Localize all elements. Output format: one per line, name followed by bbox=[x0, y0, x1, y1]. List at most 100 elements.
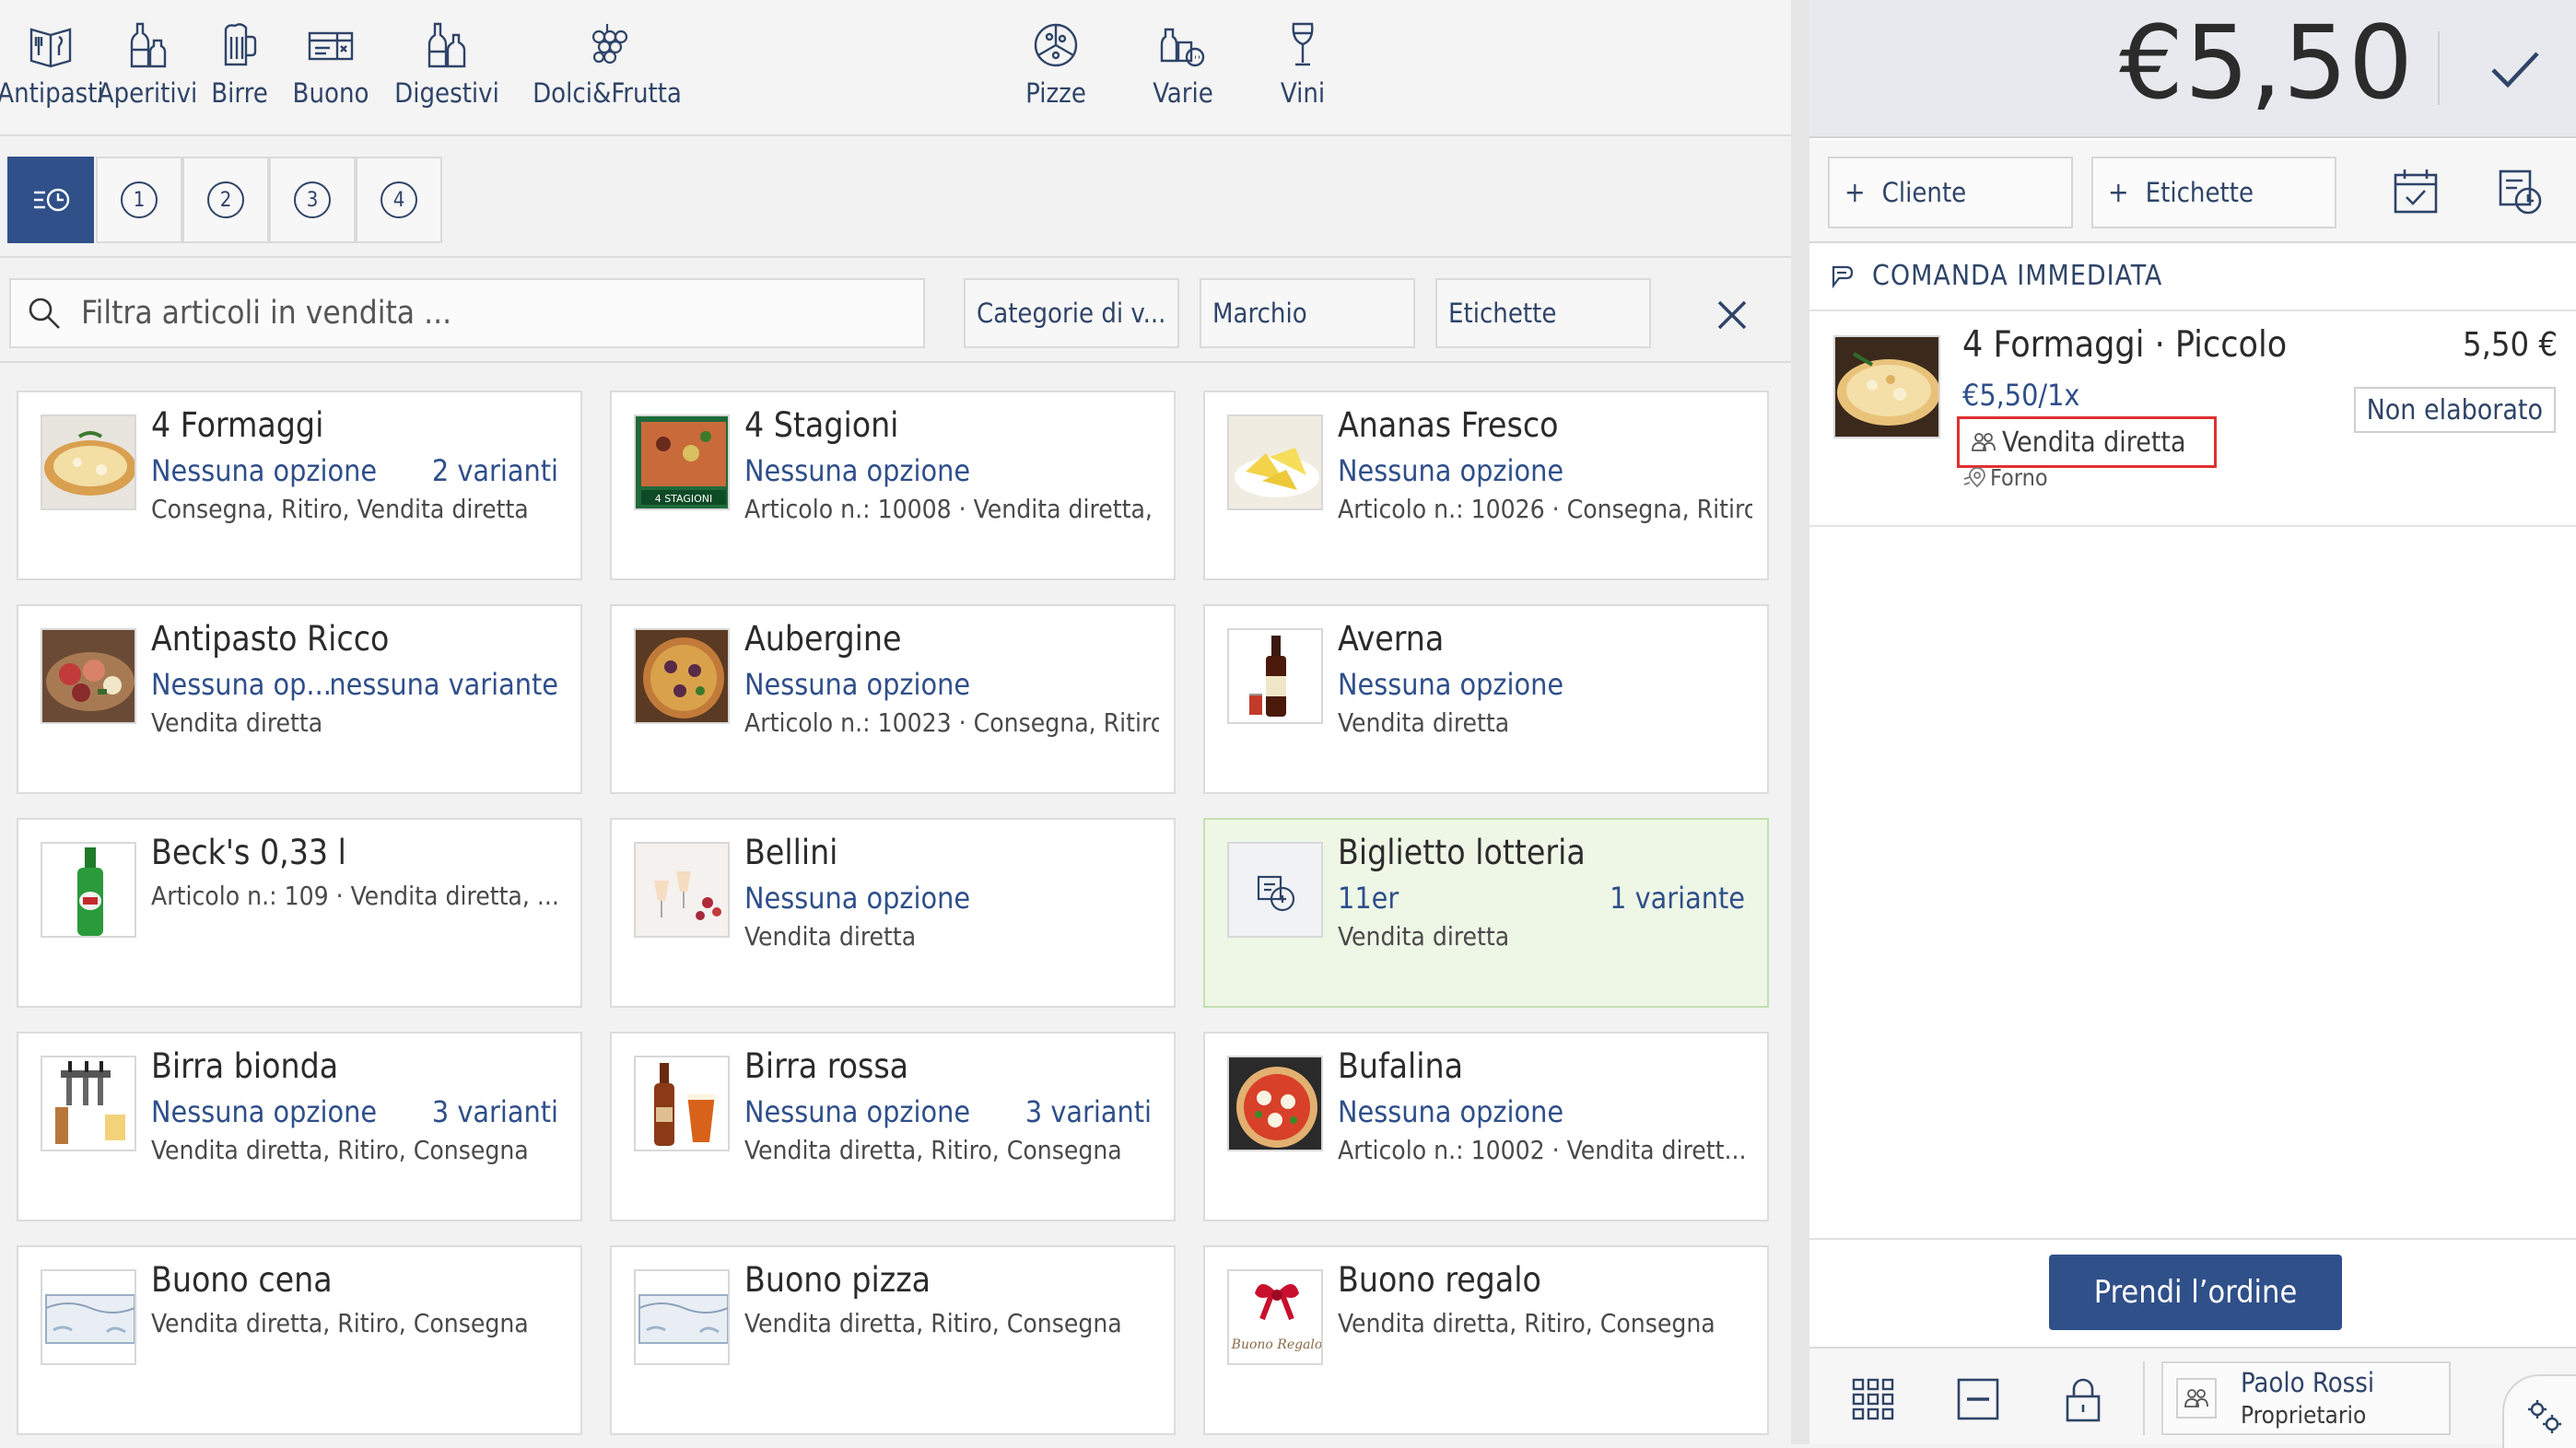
separator bbox=[2143, 1361, 2145, 1435]
plus-icon: + bbox=[2108, 176, 2129, 209]
category-label: Vini bbox=[1280, 77, 1326, 109]
course-number: 4 bbox=[381, 181, 417, 218]
product-option: Nessuna opzione bbox=[744, 453, 971, 488]
place-order-button[interactable]: Prendi l’ordine bbox=[2049, 1255, 2342, 1330]
product-option: Nessuna op... bbox=[151, 667, 332, 702]
course-number: 3 bbox=[294, 181, 331, 218]
order-item-location: Forno bbox=[1962, 464, 2048, 491]
product-card[interactable]: 4 Formaggi Nessuna opzione 2 varianti Conse… bbox=[17, 391, 582, 580]
order-item-thumbnail bbox=[1833, 335, 1940, 438]
clear-filters-icon[interactable] bbox=[1710, 293, 1754, 337]
product-card[interactable]: Aubergine Nessuna opzione Articolo n.: 100… bbox=[610, 604, 1176, 794]
category-varie[interactable]: Varie bbox=[1146, 20, 1220, 122]
location-pin-icon bbox=[1963, 466, 1985, 487]
category-birre[interactable]: Birre bbox=[206, 20, 273, 122]
product-card[interactable]: Buono pizza Vendita diretta, Ritiro, Cons… bbox=[610, 1245, 1176, 1435]
product-card[interactable]: Birra rossa Nessuna opzione 3 varianti Vend… bbox=[610, 1032, 1176, 1221]
add-labels-label: Etichette bbox=[2145, 177, 2254, 208]
product-thumbnail bbox=[634, 842, 730, 938]
product-info: Articolo n.: 10002 · Vendita dirett... bbox=[1338, 1135, 1747, 1165]
product-name: Birra rossa bbox=[744, 1046, 909, 1086]
current-user-button[interactable]: Paolo Rossi Proprietario bbox=[2161, 1361, 2451, 1435]
voucher-icon bbox=[308, 31, 354, 61]
svg-text:Buono Regalo: Buono Regalo bbox=[1231, 1337, 1323, 1352]
product-name: Beck's 0,33 l bbox=[151, 833, 346, 872]
order-section-header: COMANDA IMMEDIATA bbox=[1828, 260, 2162, 292]
category-filter-select[interactable]: Categorie di v... bbox=[964, 278, 1179, 348]
product-thumbnail bbox=[634, 1056, 730, 1151]
product-card[interactable]: 4 STAGIONI 4 Stagioni Nessuna opzione Artic… bbox=[610, 391, 1176, 580]
product-card[interactable]: Averna Nessuna opzione Vendita diretta bbox=[1203, 604, 1769, 794]
category-vini[interactable]: Vini bbox=[1275, 20, 1330, 122]
category-pizze[interactable]: Pizze bbox=[1021, 20, 1091, 122]
product-card[interactable]: Bufalina Nessuna opzione Articolo n.: 1000… bbox=[1203, 1032, 1769, 1221]
course-number: 1 bbox=[121, 181, 158, 218]
product-info: Vendita diretta, Ritiro, Consegna bbox=[151, 1135, 529, 1165]
grid-icon[interactable] bbox=[1848, 1374, 1898, 1424]
calendar-check-icon[interactable] bbox=[2390, 166, 2441, 217]
bottles-icon bbox=[130, 22, 167, 68]
category-label: Birre bbox=[211, 77, 268, 109]
pizza-icon bbox=[1034, 23, 1078, 67]
product-name: Bellini bbox=[744, 833, 838, 872]
labels-filter-select[interactable]: Etichette bbox=[1435, 278, 1651, 348]
category-buono[interactable]: Buono bbox=[286, 20, 376, 122]
product-card[interactable]: Birra bionda Nessuna opzione 3 varianti Ven… bbox=[17, 1032, 582, 1221]
sync-clock-icon[interactable] bbox=[2495, 166, 2547, 217]
grapes-icon bbox=[591, 24, 628, 64]
minus-square-icon[interactable] bbox=[1953, 1374, 2003, 1424]
product-thumbnail bbox=[634, 628, 730, 724]
menu-book-icon bbox=[29, 28, 72, 68]
product-card[interactable]: Ananas Fresco Nessuna opzione Articolo n.:… bbox=[1203, 391, 1769, 580]
product-card[interactable]: Buono Regalo Buono regalo Vendita diretta,… bbox=[1203, 1245, 1769, 1435]
avatar bbox=[2176, 1378, 2217, 1419]
add-customer-button[interactable]: + Cliente bbox=[1828, 157, 2073, 228]
product-card[interactable]: Biglietto lotteria 11er 1 variante Vendita … bbox=[1203, 818, 1769, 1008]
product-name: 4 Stagioni bbox=[744, 405, 899, 445]
product-card[interactable]: Bellini Nessuna opzione Vendita diretta bbox=[610, 818, 1176, 1008]
course-number: 2 bbox=[207, 181, 244, 218]
product-name: Birra bionda bbox=[151, 1046, 339, 1086]
product-option: Nessuna opzione bbox=[744, 667, 971, 702]
category-dolci-frutta[interactable]: Dolci&Frutta bbox=[529, 20, 685, 122]
brand-filter-select[interactable]: Marchio bbox=[1200, 278, 1415, 348]
bottom-toolbar: Paolo Rossi Proprietario bbox=[1809, 1347, 2576, 1448]
tab-course-3[interactable]: 3 bbox=[269, 157, 356, 243]
product-option: Nessuna opzione bbox=[151, 453, 378, 488]
search-input[interactable]: Filtra articoli in vendita ... bbox=[9, 278, 925, 348]
product-card[interactable]: Antipasto Ricco Nessuna op... nessuna vari… bbox=[17, 604, 582, 794]
product-info: Vendita diretta, Ritiro, Consegna bbox=[1338, 1308, 1715, 1338]
settings-corner[interactable] bbox=[2502, 1374, 2576, 1448]
product-info: Vendita diretta bbox=[744, 921, 917, 952]
product-info: Articolo n.: 10008 · Vendita diretta, ..… bbox=[744, 494, 1159, 524]
category-digestivi[interactable]: Digestivi bbox=[394, 20, 499, 122]
product-name: 4 Formaggi bbox=[151, 405, 324, 445]
tab-course-2[interactable]: 2 bbox=[182, 157, 269, 243]
add-labels-button[interactable]: + Etichette bbox=[2091, 157, 2336, 228]
immediate-order-icon bbox=[1832, 265, 1854, 288]
order-line-item[interactable]: 4 Formaggi · Piccolo 5,50 € €5,50/1x Non… bbox=[1809, 309, 2576, 527]
product-option: Nessuna opzione bbox=[1338, 1094, 1564, 1129]
lottery-icon bbox=[1227, 842, 1323, 938]
product-name: Ananas Fresco bbox=[1338, 405, 1559, 445]
tab-course-4[interactable]: 4 bbox=[356, 157, 442, 243]
user-name: Paolo Rossi bbox=[2241, 1367, 2375, 1398]
order-section-title: COMANDA IMMEDIATA bbox=[1872, 260, 2163, 292]
tab-course-1[interactable]: 1 bbox=[96, 157, 182, 243]
checkmark-icon[interactable] bbox=[2482, 37, 2547, 101]
product-thumbnail bbox=[41, 628, 136, 724]
product-info: Articolo n.: 109 · Vendita diretta, ... bbox=[151, 881, 559, 911]
category-antipasti[interactable]: Antipasti bbox=[0, 20, 104, 122]
product-card[interactable]: Buono cena Vendita diretta, Ritiro, Conse… bbox=[17, 1245, 582, 1435]
wine-glass-icon bbox=[1292, 22, 1314, 66]
gears-icon bbox=[2528, 1400, 2561, 1433]
product-name: Antipasto Ricco bbox=[151, 619, 390, 659]
tab-immediate[interactable] bbox=[7, 157, 94, 243]
filter-row: Filtra articoli in vendita ... Categorie… bbox=[0, 260, 1791, 363]
category-aperitivi[interactable]: Aperitivi bbox=[98, 20, 197, 122]
category-label: Buono bbox=[292, 77, 369, 109]
order-total: €5,50 bbox=[2119, 4, 2414, 122]
product-area: Antipasti Aperitivi Birre Buono Digestiv… bbox=[0, 0, 1791, 1444]
product-card[interactable]: Beck's 0,33 l Articolo n.: 109 · Vendita … bbox=[17, 818, 582, 1008]
lock-icon[interactable] bbox=[2058, 1374, 2108, 1424]
